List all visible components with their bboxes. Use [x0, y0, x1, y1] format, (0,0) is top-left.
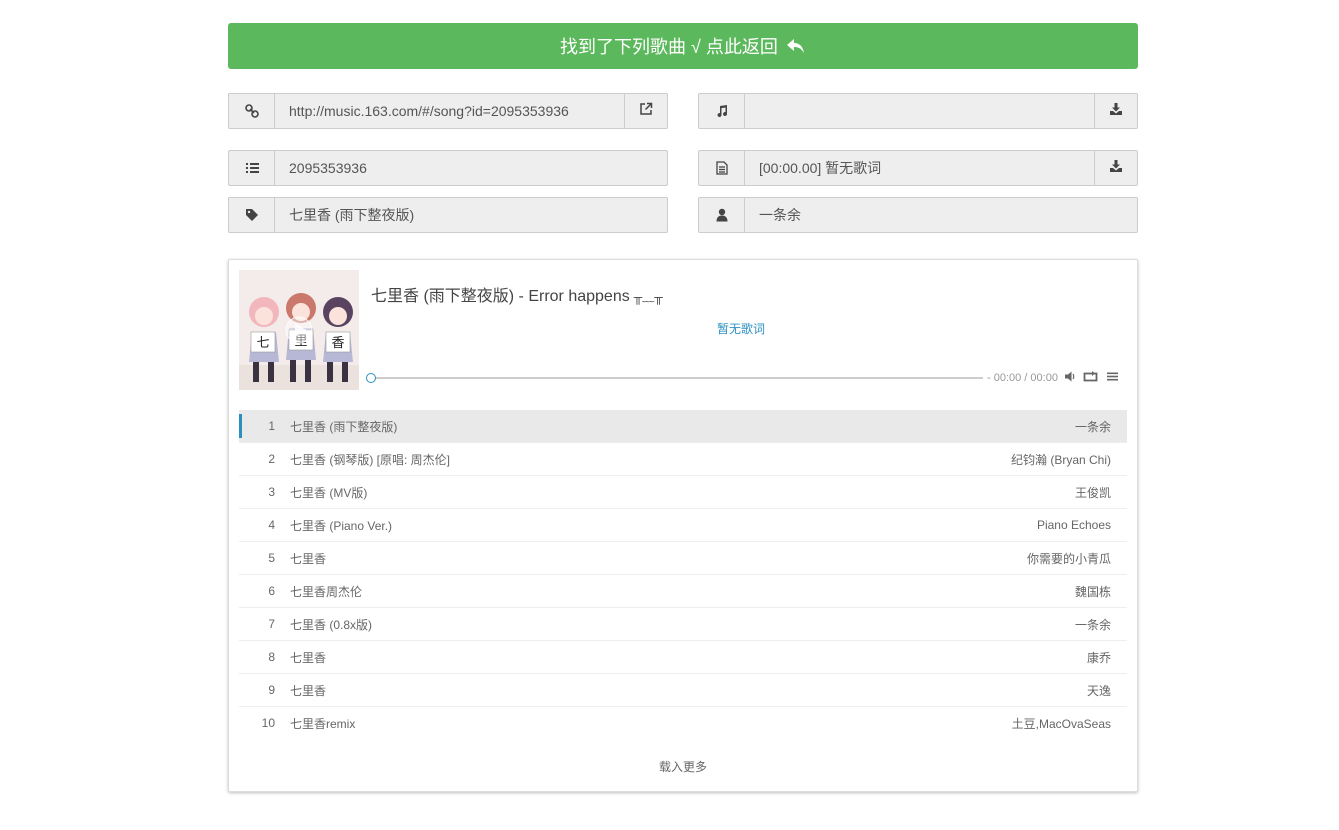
file-text-icon	[699, 151, 745, 185]
open-link-button[interactable]	[624, 94, 667, 128]
list-ol-icon	[229, 151, 275, 185]
volume-button[interactable]	[1064, 370, 1077, 388]
loop-button[interactable]	[1083, 370, 1098, 388]
cover-char: 七	[256, 336, 269, 351]
track-number: 10	[261, 716, 275, 730]
player-error-face: ╥﹏╥	[633, 290, 663, 304]
track-name: 七里香	[290, 683, 327, 698]
player-song-name: 七里香 (雨下整夜版)	[371, 288, 515, 305]
track-name: 七里香 (0.8x版)	[290, 617, 373, 632]
track-name: 七里香周杰伦	[290, 584, 363, 599]
track-name: 七里香 (雨下整夜版)	[290, 419, 398, 434]
track-artist: 纪钧瀚 (Bryan Chi)	[1010, 452, 1111, 467]
track-artist: 一条余	[1074, 617, 1111, 632]
tag-icon	[229, 198, 275, 232]
back-banner-button[interactable]: 找到了下列歌曲 √ 点此返回	[228, 23, 1138, 69]
track-number: 8	[268, 650, 275, 664]
player-title: 七里香 (雨下整夜版) - Error happens ╥﹏╥	[371, 282, 663, 306]
lyric-value[interactable]: [00:00.00] 暂无歌词	[745, 151, 1094, 185]
track-artist: 一条余	[1074, 419, 1111, 434]
track-number: 6	[268, 584, 275, 598]
audio-url-field	[698, 93, 1138, 129]
download-audio-button[interactable]	[1094, 94, 1137, 128]
playlist-item[interactable]: 6 七里香周杰伦 魏国栋	[239, 575, 1127, 608]
title-separator: -	[514, 288, 529, 305]
player-lyric: 暂无歌词	[716, 322, 765, 336]
playlist-toggle-button[interactable]	[1106, 370, 1119, 388]
track-artist: 土豆,MacOvaSeas	[1011, 716, 1111, 731]
album-cover[interactable]: 七 里 香	[239, 270, 359, 390]
title-value[interactable]: 七里香 (雨下整夜版)	[275, 198, 667, 232]
playlist-item[interactable]: 1 七里香 (雨下整夜版) 一条余	[239, 410, 1127, 443]
track-number: 1	[268, 419, 275, 433]
track-number: 2	[268, 452, 275, 466]
track-name: 七里香 (钢琴版) [原唱: 周杰伦]	[290, 452, 450, 467]
playlist-item[interactable]: 2 七里香 (钢琴版) [原唱: 周杰伦] 纪钧瀚 (Bryan Chi)	[239, 443, 1127, 476]
download-icon	[1109, 102, 1123, 121]
music-player: 七 里 香 七里香 (雨下整夜版) - Error happens╥﹏╥ 暂无歌…	[228, 259, 1138, 792]
track-number: 4	[268, 518, 275, 532]
artist-field: 一条余	[698, 197, 1138, 233]
track-artist: 王俊凯	[1074, 485, 1111, 500]
download-icon	[1109, 159, 1123, 178]
song-id-field: 2095353936	[228, 150, 668, 186]
progress-thumb[interactable]	[366, 373, 376, 383]
playlist-item[interactable]: 4 七里香 (Piano Ver.) Piano Echoes	[239, 509, 1127, 542]
player-error-text: Error happens	[528, 288, 630, 305]
loop-icon	[1083, 370, 1098, 388]
track-name: 七里香	[290, 650, 327, 665]
playlist-item[interactable]: 3 七里香 (MV版) 王俊凯	[239, 476, 1127, 509]
playlist: 1 七里香 (雨下整夜版) 一条余 2 七里香 (钢琴版) [原唱: 周杰伦] …	[239, 410, 1127, 739]
url-value[interactable]: http://music.163.com/#/song?id=209535393…	[275, 94, 624, 128]
song-id-value[interactable]: 2095353936	[275, 151, 667, 185]
track-artist: 魏国栋	[1074, 584, 1111, 599]
playlist-item[interactable]: 5 七里香 你需要的小青瓜	[239, 542, 1127, 575]
track-artist: 你需要的小青瓜	[1026, 551, 1111, 566]
track-artist: 康乔	[1086, 650, 1111, 665]
time-display: - 00:00 / 00:00	[987, 372, 1058, 384]
track-name: 七里香remix	[290, 716, 356, 731]
track-number: 3	[268, 485, 275, 499]
playlist-item[interactable]: 10 七里香remix 土豆,MacOvaSeas	[239, 707, 1127, 739]
banner-text: 找到了下列歌曲 √ 点此返回	[560, 37, 778, 57]
track-number: 7	[268, 617, 275, 631]
title-field: 七里香 (雨下整夜版)	[228, 197, 668, 233]
music-icon	[699, 94, 745, 128]
external-link-icon	[639, 102, 653, 121]
playlist-item[interactable]: 8 七里香 康乔	[239, 641, 1127, 674]
progress-track	[371, 377, 983, 379]
track-artist: Piano Echoes	[1036, 518, 1111, 532]
reply-icon	[786, 37, 806, 55]
load-more-button[interactable]: 载入更多	[229, 758, 1137, 775]
url-field: http://music.163.com/#/song?id=209535393…	[228, 93, 668, 129]
artist-value[interactable]: 一条余	[745, 198, 1137, 232]
audio-url-value[interactable]	[745, 94, 1094, 128]
track-name: 七里香 (MV版)	[290, 485, 368, 500]
user-icon	[699, 198, 745, 232]
playlist-item[interactable]: 7 七里香 (0.8x版) 一条余	[239, 608, 1127, 641]
download-lyric-button[interactable]	[1094, 151, 1137, 185]
track-artist: 天逸	[1086, 683, 1111, 698]
lyric-field: [00:00.00] 暂无歌词	[698, 150, 1138, 186]
volume-icon	[1064, 370, 1077, 388]
link-icon	[229, 94, 275, 128]
progress-bar[interactable]	[366, 371, 983, 385]
track-number: 9	[268, 683, 275, 697]
playlist-item[interactable]: 9 七里香 天逸	[239, 674, 1127, 707]
track-number: 5	[268, 551, 275, 565]
track-name: 七里香	[290, 551, 327, 566]
cover-char: 香	[331, 336, 344, 351]
track-name: 七里香 (Piano Ver.)	[290, 518, 393, 533]
menu-icon	[1106, 370, 1119, 388]
